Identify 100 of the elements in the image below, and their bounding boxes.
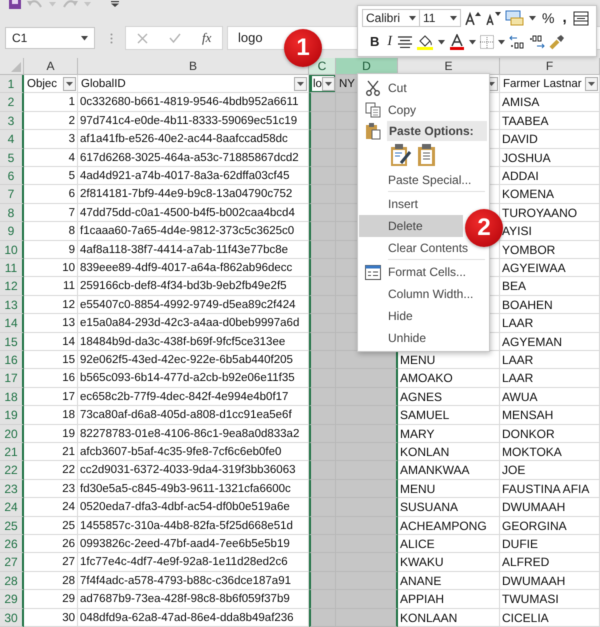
table-cell: ALFRED	[500, 553, 600, 572]
table-cell: MOKTOKA	[500, 443, 600, 461]
table-cell: 47dd75dd-c0a1-4500-b4f5-b002caa4bcd4	[78, 204, 309, 222]
table-cell: DWUMAAH	[500, 572, 600, 590]
table-cell: ALICE	[398, 535, 500, 553]
table-cell: 12	[24, 296, 78, 314]
table-cell: KOMENA	[500, 185, 600, 204]
table-cell: 048dfd9a-62a8-47ad-86e4-dda8b49af236	[78, 609, 309, 627]
menu-item[interactable]: Delete	[359, 215, 463, 237]
table-cell: 26	[24, 535, 78, 553]
row-header[interactable]: 19	[0, 406, 24, 425]
row-header[interactable]: 1	[0, 75, 24, 93]
menu-item[interactable]: Hide	[387, 305, 485, 327]
font-dropdown[interactable]: Calibri	[362, 9, 420, 27]
table-cell: YOMBOR	[500, 241, 600, 259]
table-cell: 0c332680-b661-4819-9546-4bdb952a6611	[78, 93, 309, 112]
table-cell: 11	[24, 277, 78, 296]
row-header[interactable]: 20	[0, 425, 24, 443]
column-title: lo	[313, 76, 322, 92]
header-cell[interactable]: lo	[309, 75, 336, 93]
row-header[interactable]: 24	[0, 498, 24, 517]
table-cell: ADDAI	[500, 167, 600, 185]
row-header[interactable]: 29	[0, 590, 24, 609]
row-header[interactable]: 26	[0, 535, 24, 553]
table-cell: 29	[24, 590, 78, 609]
row-header[interactable]: 11	[0, 259, 24, 277]
table-cell: 18	[24, 406, 78, 425]
table-cell: 1	[24, 93, 78, 112]
table-cell: e15a0a84-293d-42c3-a4aa-d0beb9997a6d	[78, 314, 309, 333]
percent-button[interactable]: %	[540, 10, 556, 26]
table-cell: MENSAH	[500, 406, 600, 425]
row-header[interactable]: 4	[0, 130, 24, 149]
table-cell: ANANE	[398, 572, 500, 590]
cell-reference: C1	[12, 31, 28, 45]
table-cell: ec658c2b-77f9-4dec-842f-4e994e4b0f17	[78, 388, 309, 406]
table-cell: TWUMASI	[500, 590, 600, 609]
font-size-dropdown[interactable]: 11	[419, 9, 461, 27]
table-cell: BEA	[500, 277, 600, 296]
column-title: Farmer Lastnar	[503, 76, 582, 92]
menu-item[interactable]: Unhide	[387, 327, 485, 349]
table-cell: 1455857c-310a-44b8-82fa-5f25d668e51d	[78, 517, 309, 535]
row-header[interactable]: 12	[0, 277, 24, 296]
row-header[interactable]: 17	[0, 369, 24, 388]
name-box[interactable]: C1	[5, 27, 95, 49]
comma-style-button[interactable]: ,	[560, 10, 569, 26]
table-cell: 8	[24, 222, 78, 241]
row-header[interactable]: 16	[0, 351, 24, 369]
table-cell: afcb3607-b5af-4c35-9fe8-7cf6c6eb0fe0	[78, 443, 309, 461]
header-cell[interactable]: Objec	[24, 75, 78, 93]
bold-button[interactable]: B	[368, 34, 382, 50]
table-cell: b565c093-6b14-477d-a2cb-b92e06e11f35	[78, 369, 309, 388]
table-cell: 27	[24, 553, 78, 572]
row-header[interactable]: 15	[0, 333, 24, 351]
row-header[interactable]: 28	[0, 572, 24, 590]
header-cell[interactable]: GlobalID	[78, 75, 309, 93]
table-cell: SAMUEL	[398, 406, 500, 425]
row-header[interactable]: 22	[0, 461, 24, 480]
table-cell: 3	[24, 130, 78, 149]
row-header[interactable]: 25	[0, 517, 24, 535]
column-header[interactable]: A	[24, 58, 78, 75]
row-header[interactable]: 2	[0, 93, 24, 112]
row-header[interactable]: 21	[0, 443, 24, 461]
table-cell: 16	[24, 369, 78, 388]
table-cell: 839eee89-4df9-4017-a64a-f862ab96decc	[78, 259, 309, 277]
table-cell: 13	[24, 314, 78, 333]
row-header[interactable]: 13	[0, 296, 24, 314]
row-header[interactable]: 9	[0, 222, 24, 241]
row-header[interactable]: 7	[0, 185, 24, 204]
header-cell[interactable]: Farmer Lastnar	[500, 75, 600, 93]
menu-item[interactable]: Column Width...	[387, 283, 485, 305]
menu-item[interactable]: Cut	[387, 77, 485, 99]
table-cell: 24	[24, 498, 78, 517]
table-cell: DWUMAAH	[500, 498, 600, 517]
table-cell: 2f814181-7bf9-44e9-b9c8-13a04790c752	[78, 185, 309, 204]
table-cell: 22	[24, 461, 78, 480]
table-cell: 259166cb-def8-4f34-bd3b-9eb2fb49e2f5	[78, 277, 309, 296]
table-cell: 25	[24, 517, 78, 535]
italic-button[interactable]: I	[385, 34, 394, 50]
table-cell: KWAKU	[398, 553, 500, 572]
insert-function-button[interactable]: fx	[202, 30, 212, 46]
row-header[interactable]: 18	[0, 388, 24, 406]
row-header[interactable]: 27	[0, 553, 24, 572]
column-header[interactable]: B	[78, 58, 309, 75]
menu-item[interactable]: Paste Special...	[387, 169, 485, 191]
column-header[interactable]: D	[336, 58, 398, 75]
row-header[interactable]: 5	[0, 149, 24, 167]
row-header[interactable]: 14	[0, 314, 24, 333]
row-header[interactable]: 6	[0, 167, 24, 185]
row-header[interactable]: 23	[0, 480, 24, 498]
row-header[interactable]: 30	[0, 609, 24, 627]
column-header[interactable]: F	[500, 58, 600, 75]
row-header[interactable]: 3	[0, 112, 24, 130]
table-cell: 0520eda7-dfa3-4dbf-ac54-df0b0e519a6e	[78, 498, 309, 517]
table-cell: 15	[24, 351, 78, 369]
row-header[interactable]: 8	[0, 204, 24, 222]
row-header[interactable]: 10	[0, 241, 24, 259]
menu-item[interactable]: Copy	[387, 99, 485, 121]
table-cell: 4	[24, 149, 78, 167]
table-cell: JOE	[500, 461, 600, 480]
menu-item[interactable]: Format Cells...	[387, 261, 485, 283]
